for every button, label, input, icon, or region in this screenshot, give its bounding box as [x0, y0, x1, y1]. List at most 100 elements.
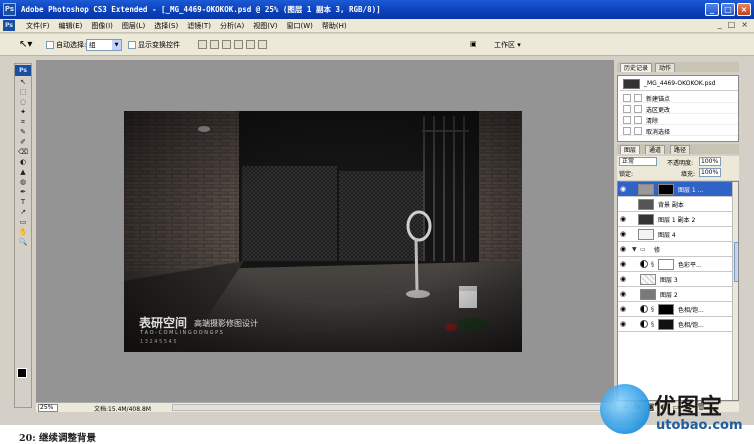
menu-image[interactable]: 图像(I) [91, 21, 113, 31]
menu-select[interactable]: 选择(S) [154, 21, 178, 31]
menu-file[interactable]: 文件(F) [26, 21, 50, 31]
menu-view[interactable]: 视图(V) [253, 21, 277, 31]
align-top-icon[interactable] [198, 40, 207, 49]
minimize-button[interactable]: _ [705, 3, 719, 16]
menu-window[interactable]: 窗口(W) [286, 21, 312, 31]
menu-filter[interactable]: 滤镜(T) [187, 21, 211, 31]
gradient-tool-icon[interactable]: ◐ [15, 158, 31, 167]
layer-group-row[interactable]: ◉ ▼ ▭ 修 [618, 242, 732, 257]
document-info[interactable]: 文档:15.4M/408.8M [94, 404, 151, 413]
shape-tool-icon[interactable]: ▭ [15, 218, 31, 227]
dodge-tool-icon[interactable]: ◍ [15, 178, 31, 187]
layer-row[interactable]: ◉ § 色相/饱... [618, 302, 732, 317]
zoom-tool-icon[interactable]: 🔍 [15, 238, 31, 247]
layer-name: 色相/饱... [678, 307, 704, 314]
crop-tool-icon[interactable]: ⌗ [15, 118, 31, 127]
history-step-label: 清除 [646, 118, 659, 125]
fill-field[interactable]: 100% [699, 168, 721, 177]
visibility-eye-icon[interactable]: ◉ [620, 320, 628, 328]
layer-options: 正常 不透明度: 100% 锁定: 填充: 100% [617, 156, 739, 180]
layers-scrollbar[interactable] [732, 182, 738, 400]
bridge-icon[interactable]: ▣ [470, 40, 477, 48]
show-transform-checkbox[interactable] [128, 41, 136, 49]
layer-row[interactable]: ◉ 图层 1 副本 2 [618, 212, 732, 227]
blend-mode-dropdown[interactable]: 正常 [619, 157, 657, 166]
align-bottom-icon[interactable] [222, 40, 231, 49]
doc-restore-button[interactable]: □ [728, 20, 736, 29]
history-snapshot[interactable]: _MG_4469-OKOKOK.psd [620, 77, 738, 91]
visibility-eye-icon[interactable]: ◉ [620, 245, 628, 253]
visibility-eye-icon[interactable]: ◉ [620, 290, 628, 298]
layer-row[interactable]: ◉ 图层 3 [618, 272, 732, 287]
tab-actions[interactable]: 动作 [655, 63, 676, 72]
history-brush-source-icon [623, 94, 631, 102]
layer-row[interactable]: 背景 副本 [618, 197, 732, 212]
menu-edit[interactable]: 编辑(E) [59, 21, 83, 31]
layer-row[interactable]: ◉ 图层 4 [618, 227, 732, 242]
type-tool-icon[interactable]: T [15, 198, 31, 207]
eraser-tool-icon[interactable]: ⌫ [15, 148, 31, 157]
tab-channels[interactable]: 通道 [645, 145, 666, 154]
path-select-icon[interactable]: ↗ [15, 208, 31, 217]
doc-minimize-button[interactable]: _ [718, 20, 722, 29]
document-canvas-area[interactable]: 表研空间 高端摄影修图设计 T A O - C O M L I N G D O … [36, 60, 614, 402]
close-button[interactable]: × [737, 3, 751, 16]
layer-name: 色相/饱... [678, 322, 704, 329]
visibility-eye-icon[interactable]: ◉ [620, 185, 628, 193]
hand-tool-icon[interactable]: ✋ [15, 228, 31, 237]
visibility-eye-icon[interactable]: ◉ [620, 230, 628, 238]
move-tool-icon[interactable]: ↖▾ [19, 39, 32, 50]
align-left-icon[interactable] [234, 40, 243, 49]
menu-layer[interactable]: 图层(L) [122, 21, 145, 31]
opacity-field[interactable]: 100% [699, 157, 721, 166]
menu-help[interactable]: 帮助(H) [322, 21, 347, 31]
tab-paths[interactable]: 路径 [670, 145, 691, 154]
visibility-eye-icon[interactable]: ◉ [620, 215, 628, 223]
move-tool-icon[interactable]: ↖ [15, 78, 31, 87]
history-step[interactable]: 清除 [620, 115, 738, 125]
workspace-dropdown[interactable]: 工作区 ▾ [494, 40, 521, 50]
marquee-tool-icon[interactable]: ⬚ [15, 88, 31, 97]
visibility-eye-icon[interactable]: ◉ [620, 260, 628, 268]
layers-panel-header: 图层 通道 路径 [617, 144, 739, 154]
tab-layers[interactable]: 图层 [620, 145, 641, 154]
auto-select-checkbox[interactable] [46, 41, 54, 49]
auto-select-dropdown[interactable]: 组 ▼ [86, 39, 122, 51]
layer-row[interactable]: ◉ § 色相/饱... [618, 317, 732, 332]
scrollbar-thumb[interactable] [734, 242, 738, 282]
doc-close-button[interactable]: × [741, 20, 748, 29]
window-controls: _ □ × [705, 3, 751, 16]
layer-name: 图层 2 [660, 292, 678, 299]
lasso-tool-icon[interactable]: ◌ [15, 98, 31, 107]
menu-app-icon[interactable]: Ps [3, 20, 15, 31]
history-step[interactable]: 新建锚点 [620, 93, 738, 103]
horizontal-scrollbar[interactable] [172, 404, 602, 411]
foreground-color-swatch[interactable] [17, 368, 27, 378]
blur-tool-icon[interactable]: ▲ [15, 168, 31, 177]
tab-history[interactable]: 历史记录 [620, 63, 653, 72]
visibility-eye-icon[interactable]: ◉ [620, 275, 628, 283]
history-step-label: 选区更改 [646, 107, 671, 114]
layer-row[interactable]: ◉ § 色彩平... [618, 257, 732, 272]
healing-brush-icon[interactable]: ✎ [15, 128, 31, 137]
pen-tool-icon[interactable]: ✒ [15, 188, 31, 197]
history-step[interactable]: 取消选择 [620, 126, 738, 136]
align-right-icon[interactable] [258, 40, 267, 49]
magic-wand-icon[interactable]: ✦ [15, 108, 31, 117]
menu-analysis[interactable]: 分析(A) [220, 21, 244, 31]
history-step[interactable]: 选区更改 [620, 104, 738, 114]
brush-tool-icon[interactable]: ✐ [15, 138, 31, 147]
expand-arrow-icon[interactable]: ▼ [632, 246, 637, 253]
toolbox-logo: Ps [15, 65, 31, 76]
show-transform-label: 显示变换控件 [138, 41, 180, 49]
visibility-eye-icon[interactable]: ◉ [620, 305, 628, 313]
document-photo[interactable]: 表研空间 高端摄影修图设计 T A O - C O M L I N G D O … [124, 111, 522, 352]
maximize-button[interactable]: □ [721, 3, 735, 16]
layer-row[interactable]: ◉ 图层 2 [618, 287, 732, 302]
status-bar: 25% 文档:15.4M/408.8M [36, 402, 614, 413]
align-center-icon[interactable] [246, 40, 255, 49]
history-step-icon [634, 94, 642, 102]
zoom-field[interactable]: 25% [38, 404, 58, 412]
align-middle-icon[interactable] [210, 40, 219, 49]
layer-row[interactable]: ◉ 图层 1 ... [618, 182, 732, 197]
